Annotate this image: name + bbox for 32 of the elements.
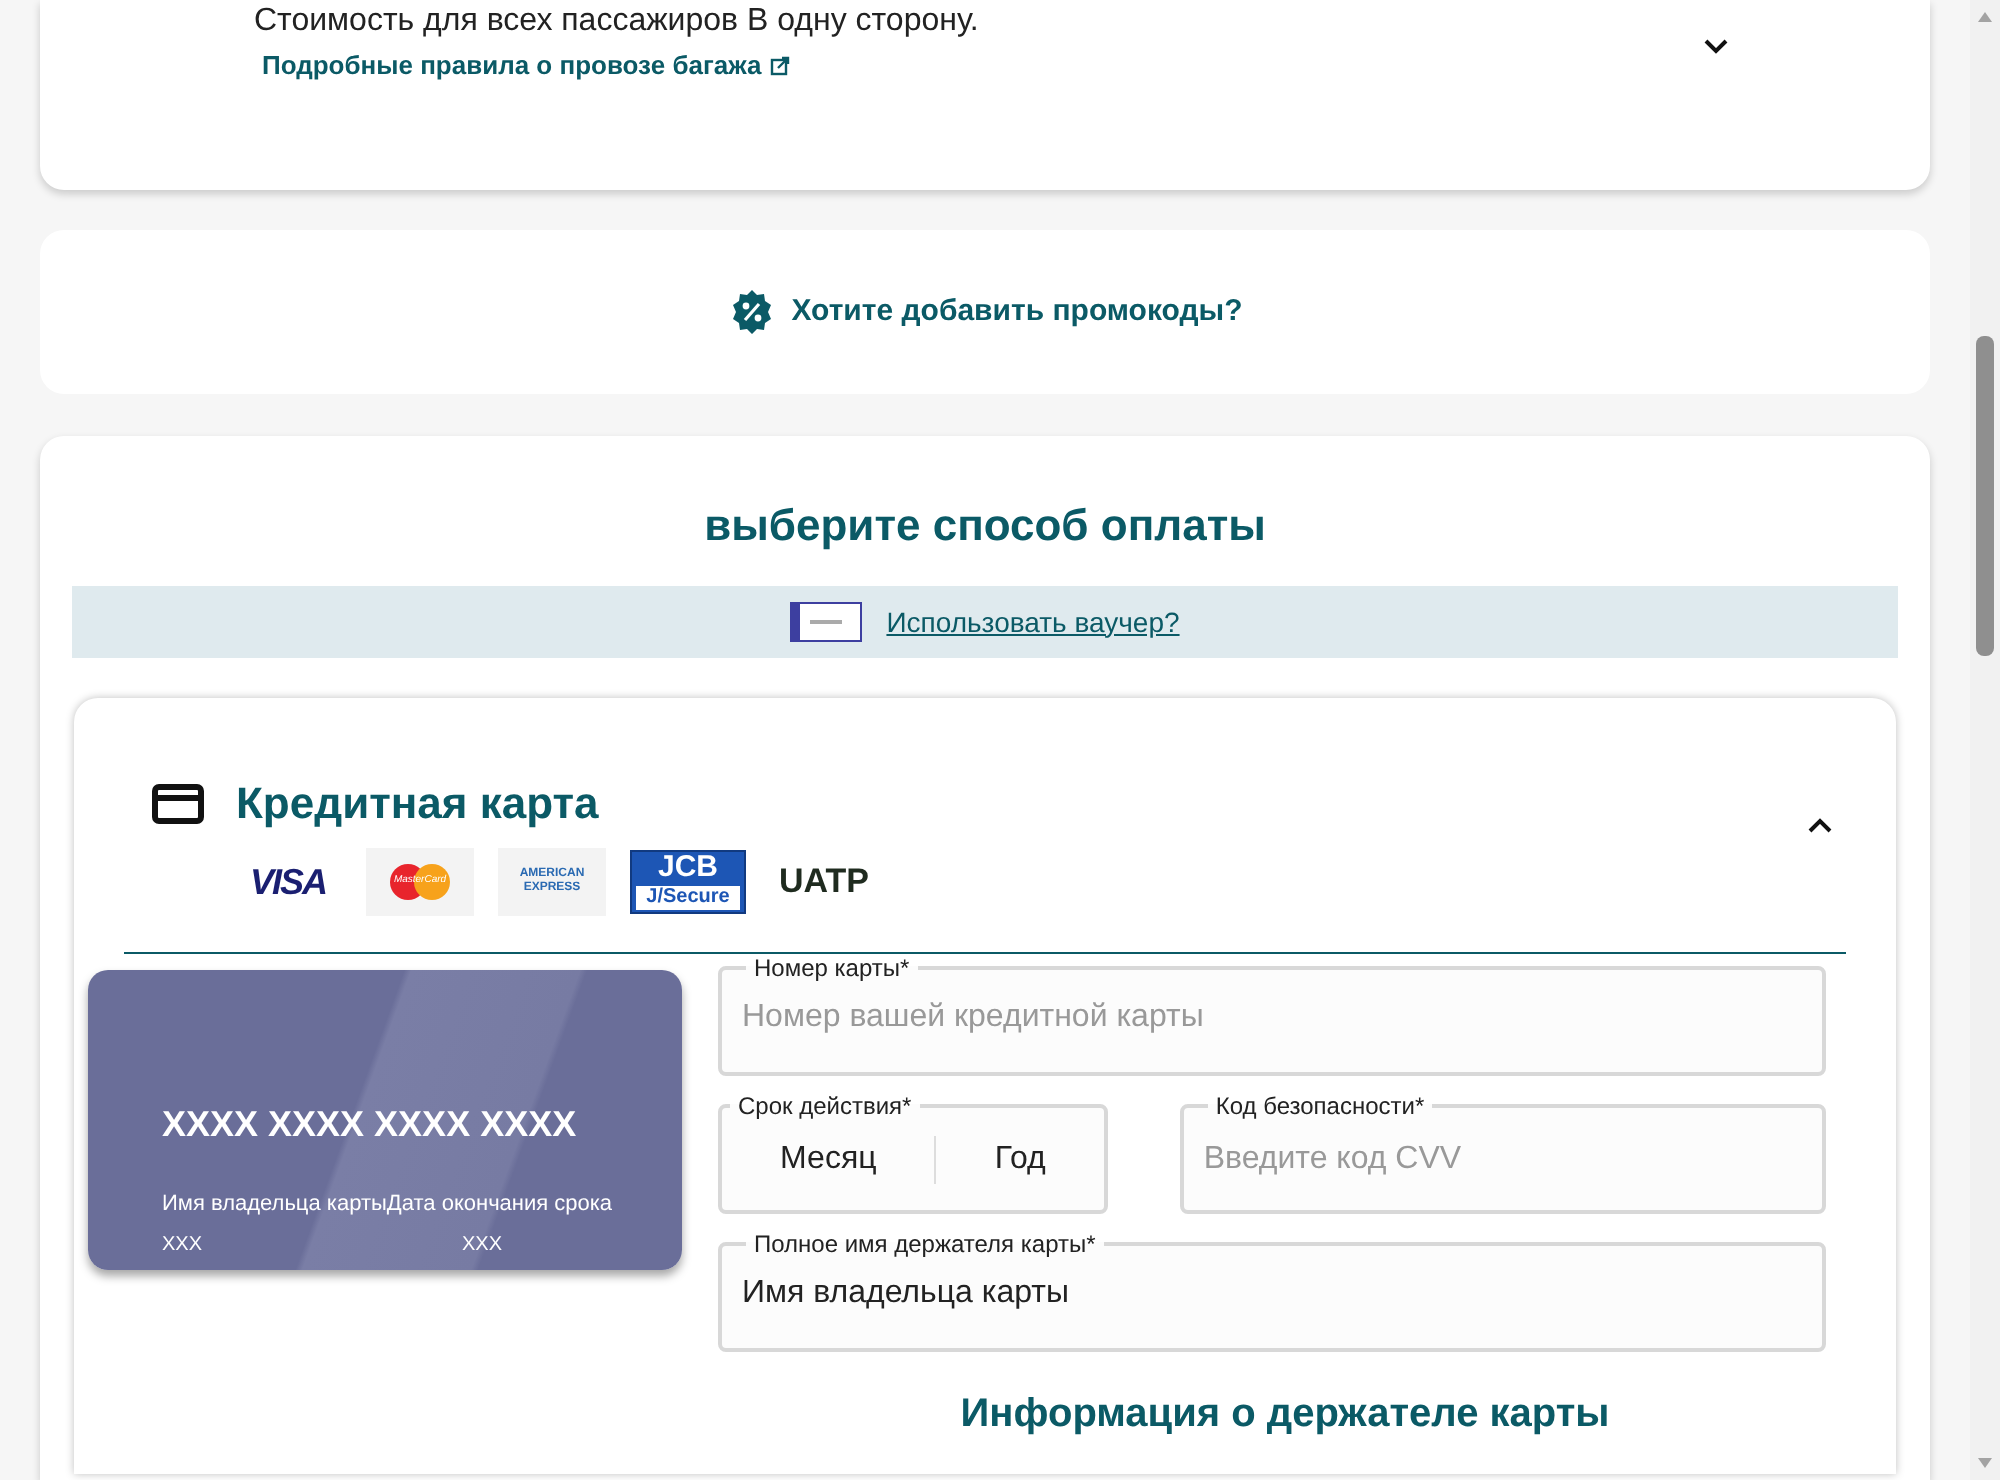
card-brand-logo: VISA [247, 859, 328, 905]
voucher-link[interactable]: Использовать ваучер? [886, 601, 1180, 643]
field-label: Номер карты* [752, 954, 912, 982]
field-label: Код безопасности* [1213, 1092, 1427, 1120]
baggage-rules-link[interactable]: Подробные правила о провозе багажа [262, 46, 790, 85]
card-holder-preview: XXX [162, 1231, 205, 1259]
credit-card-icon [152, 783, 204, 823]
cvv-field[interactable]: Код безопасности* Введите код CVV [1179, 1092, 1826, 1214]
credit-card-title: Кредитная карта [236, 776, 599, 832]
card-number-input[interactable]: Номер вашей кредитной карты [738, 982, 1806, 1054]
section-title: выберите способ оплаты [702, 498, 1268, 554]
card-brand-logo: UATP [776, 860, 871, 905]
card-number-preview: XXXX XXXX XXXX XXXX [162, 1102, 579, 1148]
cvv-input[interactable]: Введите код CVV [1199, 1123, 1806, 1195]
card-brand-logo: JCB J/Secure [630, 850, 746, 914]
discount-badge-icon [727, 288, 776, 336]
price-note: Стоимость для всех пассажиров В одну сторону. [254, 2, 981, 42]
external-link-icon [769, 55, 790, 76]
cardholder-name-field[interactable]: Полное имя держателя карты* Имя владельца карты [718, 1230, 1826, 1352]
card-expiry-label: Дата окончания срока [386, 1190, 613, 1220]
section-title: Информация о держателе карты [958, 1390, 1612, 1440]
year-select[interactable]: Год [936, 1135, 1104, 1183]
scrollbar[interactable] [1970, 0, 2000, 1480]
card-number-field[interactable]: Номер карты* Номер вашей кредитной карты [718, 954, 1826, 1076]
field-label: Полное имя держателя карты* [752, 1230, 1098, 1258]
card-expiry-preview: XXX [462, 1231, 503, 1259]
promo-link[interactable]: Хотите добавить промокоды? [791, 289, 1243, 335]
cardholder-name-input[interactable]: Имя владельца карты [738, 1258, 1806, 1330]
field-label: Срок действия* [736, 1092, 914, 1120]
card-holder-label: Имя владельца карты [162, 1190, 387, 1220]
voucher-icon [790, 602, 863, 642]
month-select[interactable]: Месяц [722, 1135, 937, 1183]
